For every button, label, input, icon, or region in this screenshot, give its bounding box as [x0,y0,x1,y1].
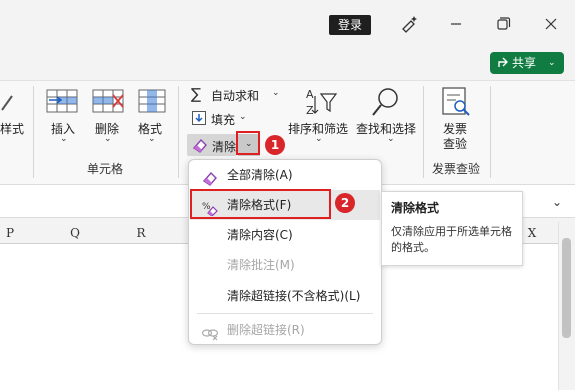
sort-filter-icon[interactable]: AZ [304,86,338,121]
eraser-icon [191,137,209,156]
share-button[interactable]: 共享 ⌄ [490,52,564,74]
group-divider [33,86,34,178]
minimize-icon[interactable] [441,10,471,38]
menu-item-clear-hyperlinks[interactable]: 清除超链接(不含格式)(L) [190,281,380,311]
menu-item-label: 清除超链接(不含格式)(L) [227,289,361,303]
column-header[interactable]: X [520,222,544,244]
invoice-group-title: 发票查验 [432,162,481,176]
group-divider [423,86,424,178]
clear-dropdown-menu: 全部清除(A) % 清除格式(F) 清除内容(C) 清除批注(M) 清除超链接(… [188,159,382,345]
column-header[interactable]: Q [58,222,92,244]
menu-item-label: 删除超链接(R) [227,323,305,337]
vertical-scrollbar[interactable] [558,222,575,390]
clear-label: 清除 [212,140,237,154]
highlight-box-clear-dropdown [236,131,260,155]
column-header[interactable]: R [124,222,158,244]
format-cells-icon[interactable] [137,87,167,118]
menu-item-clear-all[interactable]: 全部清除(A) [190,160,380,190]
highlight-box-clear-formats [190,189,331,219]
scrollbar-thumb[interactable] [562,238,571,338]
menu-separator [197,313,373,314]
svg-text:A: A [306,88,314,101]
chevron-down-icon: ⌄ [548,58,556,68]
login-button[interactable]: 登录 [329,15,371,35]
menu-item-label: 全部清除(A) [227,168,293,182]
autosum-label[interactable]: 自动求和 [211,87,259,104]
column-header[interactable]: P [0,222,20,244]
pen-sparkle-icon[interactable] [394,10,424,38]
chevron-down-icon[interactable]: ⌄ [104,134,112,144]
styles-partial-label[interactable]: 样式 [0,120,24,137]
tooltip-title: 清除格式 [391,201,440,215]
menu-item-clear-comments[interactable]: 清除批注(M) [190,250,380,280]
step-badge: 1 [265,135,285,155]
cells-group-title: 单元格 [87,162,124,176]
fill-label[interactable]: 填充 [211,111,235,128]
invoice-label-line2[interactable]: 查验 [443,135,467,152]
magnifier-icon[interactable] [369,85,403,122]
delete-cells-icon[interactable] [91,87,125,118]
share-icon [496,52,512,81]
menu-item-remove-hyperlinks[interactable]: 删除超链接(R) [190,315,380,345]
find-select-label[interactable]: 查找和选择 [356,120,416,137]
group-divider [178,86,179,178]
menu-item-label: 清除内容(C) [227,228,293,242]
group-divider [490,86,491,178]
step-badge: 2 [335,193,355,213]
tooltip-body: 仅清除应用于所选单元格的格式。 [391,225,512,254]
expand-formula-icon[interactable]: ⌄ [552,195,562,209]
eraser-icon [201,167,219,186]
menu-item-label: 清除批注(M) [227,258,295,272]
chevron-down-icon[interactable]: ⌄ [60,134,68,144]
chevron-down-icon[interactable]: ⌄ [387,134,395,144]
share-label: 共享 [512,56,537,70]
restore-icon[interactable] [488,10,518,38]
chevron-down-icon[interactable]: ⌄ [148,134,156,144]
fill-down-icon[interactable] [191,110,207,129]
chevron-down-icon[interactable]: ⌄ [315,134,323,144]
chevron-down-icon[interactable]: ⌄ [239,112,247,122]
unlink-icon [201,322,219,341]
close-icon[interactable] [536,10,566,38]
brush-icon [0,90,16,117]
sigma-icon[interactable]: ∑ [191,85,201,103]
menu-item-clear-contents[interactable]: 清除内容(C) [190,220,380,250]
tooltip: 清除格式 仅清除应用于所选单元格的格式。 [381,191,523,266]
insert-cells-icon[interactable] [45,87,79,118]
chevron-down-icon[interactable]: ⌄ [272,88,280,98]
invoice-check-icon[interactable] [440,86,472,121]
